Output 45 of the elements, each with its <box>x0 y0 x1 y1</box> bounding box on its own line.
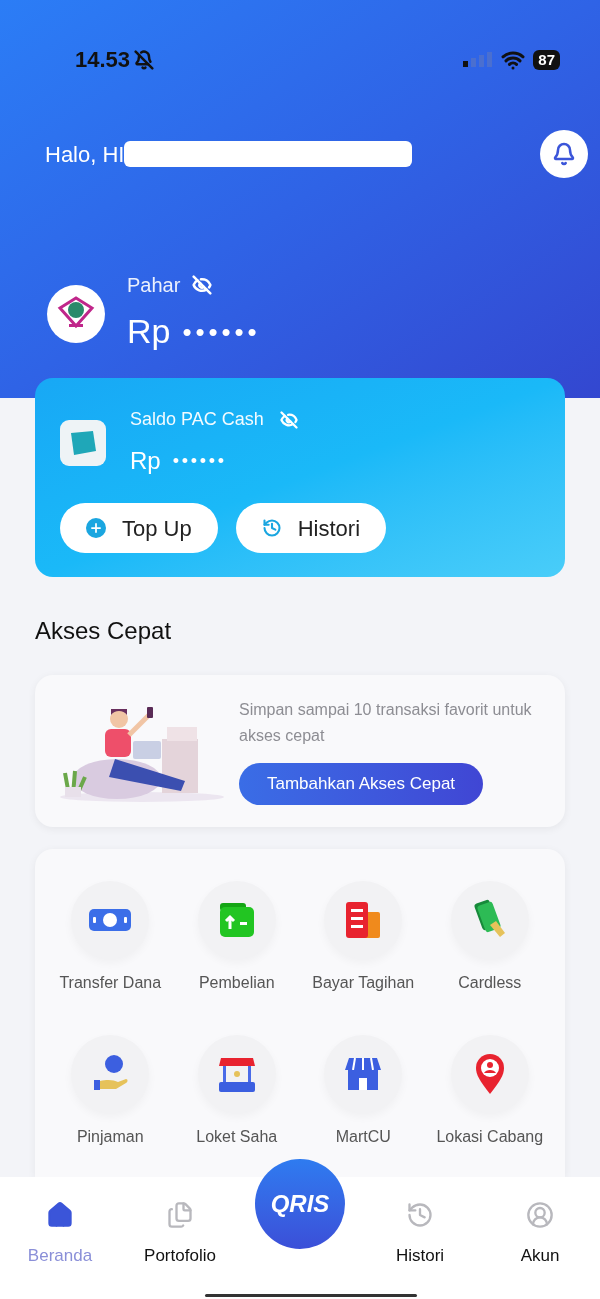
menu-label[interactable]: Cardless <box>458 971 522 995</box>
hide-balance-icon[interactable] <box>192 275 213 295</box>
storefront-icon <box>343 1056 384 1092</box>
menu-label[interactable]: MartCU <box>335 1125 391 1149</box>
banknote-icon <box>88 906 133 934</box>
account-icon <box>526 1201 554 1229</box>
silent-bell-icon <box>134 49 155 70</box>
nav-tab[interactable]: Portofolio <box>120 1201 240 1269</box>
wallet-label: Saldo PAC Cash <box>130 408 264 431</box>
wallet-icon <box>217 901 256 939</box>
location-pin-icon <box>473 1053 506 1095</box>
history-icon <box>261 518 282 538</box>
greeting-text: Halo, HI <box>45 140 125 169</box>
nav-tab[interactable]: Akun <box>480 1201 600 1269</box>
home-icon <box>46 1201 74 1229</box>
wallet-app-icon <box>60 419 106 466</box>
status-time: 14.53 <box>75 46 131 74</box>
hide-balance-icon[interactable] <box>279 410 298 429</box>
documents-icon <box>166 1201 194 1229</box>
add-quick-access-button[interactable]: Tambahkan Akses Cepat <box>239 763 484 805</box>
receipt-icon <box>344 900 383 940</box>
nav-tab[interactable]: Histori <box>360 1201 480 1269</box>
currency-label: Rp <box>127 311 171 352</box>
history-button[interactable]: Histori <box>235 503 387 553</box>
bell-icon <box>552 142 576 166</box>
history-icon <box>406 1201 434 1229</box>
menu-label[interactable]: Pembelian <box>198 971 275 995</box>
menu-label[interactable]: Bayar Tagihan <box>312 971 415 995</box>
notification-button[interactable] <box>540 130 588 178</box>
currency-label: Rp <box>130 446 161 476</box>
menu-label[interactable]: Pinjaman <box>76 1125 144 1149</box>
account-name: Pahar <box>127 273 181 298</box>
menu-label[interactable]: Transfer Dana <box>59 971 162 995</box>
quick-access-message: Simpan sampai 10 transaksi favorit untuk akses cepat <box>239 700 533 746</box>
menu-label[interactable]: Lokasi Cabang <box>436 1125 544 1149</box>
institution-logo <box>47 284 105 343</box>
signal-icon <box>463 50 494 69</box>
plus-icon <box>86 518 106 538</box>
masked-amount: •••••• <box>182 318 261 345</box>
masked-amount: •••••• <box>172 452 227 470</box>
menu-label[interactable]: Loket Saha <box>196 1125 278 1149</box>
qris-button[interactable]: QRIS <box>255 1159 345 1249</box>
top-up-button[interactable]: Top Up <box>60 503 218 553</box>
battery-indicator: 87 <box>533 49 560 70</box>
section-heading: Akses Cepat <box>35 616 173 646</box>
